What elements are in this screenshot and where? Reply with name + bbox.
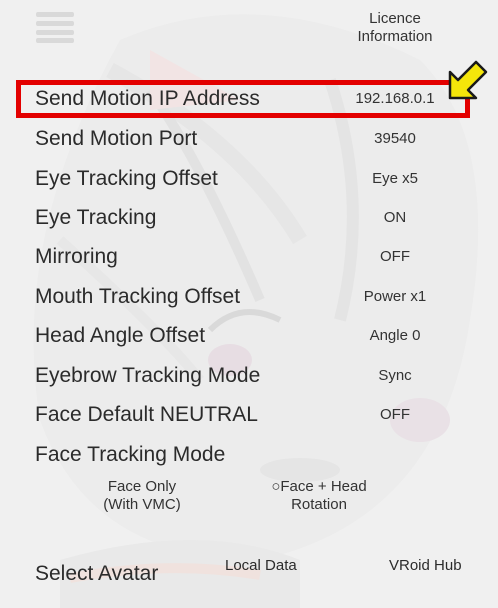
- setting-label: Send Motion Port: [35, 127, 198, 150]
- setting-label: Eye Tracking: [35, 206, 157, 229]
- setting-row-eyebrow[interactable]: Eyebrow Tracking Mode Sync: [0, 357, 498, 395]
- setting-row-face-tracking-mode: Face Tracking Mode: [0, 436, 498, 474]
- setting-value[interactable]: OFF: [320, 406, 470, 423]
- setting-label: Send Motion IP Address: [35, 87, 260, 110]
- setting-label: Head Angle Offset: [35, 324, 206, 347]
- setting-row-ip[interactable]: Send Motion IP Address 192.168.0.1: [0, 80, 498, 118]
- option-label-line2: (With VMC): [103, 496, 181, 513]
- setting-row-mouth-offset[interactable]: Mouth Tracking Offset Power x1: [0, 278, 498, 316]
- setting-value[interactable]: ON: [320, 209, 470, 226]
- setting-row-port[interactable]: Send Motion Port 39540: [0, 120, 498, 158]
- option-label-line1: Face Only: [107, 478, 177, 495]
- setting-row-head-angle[interactable]: Head Angle Offset Angle 0: [0, 317, 498, 355]
- setting-value[interactable]: Power x1: [320, 288, 470, 305]
- option-label-line1: ○Face + Head: [271, 478, 367, 495]
- licence-label-line1: Licence: [369, 10, 421, 27]
- option-label-line2: Rotation: [291, 496, 347, 513]
- local-data-button[interactable]: Local Data: [225, 557, 297, 574]
- setting-label: Mouth Tracking Offset: [35, 285, 241, 308]
- hamburger-menu-icon[interactable]: [36, 10, 74, 43]
- face-head-rotation-option[interactable]: ○Face + Head Rotation: [255, 478, 383, 514]
- licence-label-line2: Information: [357, 28, 433, 45]
- licence-information-button[interactable]: Licence Information: [340, 10, 450, 46]
- select-avatar-label: Select Avatar: [35, 562, 159, 585]
- setting-row-face-default[interactable]: Face Default NEUTRAL OFF: [0, 396, 498, 434]
- setting-label: Eye Tracking Offset: [35, 167, 218, 190]
- setting-label: Face Default NEUTRAL: [35, 403, 258, 426]
- setting-row-mirroring[interactable]: Mirroring OFF: [0, 238, 498, 276]
- setting-label: Eyebrow Tracking Mode: [35, 364, 261, 387]
- setting-row-eye-offset[interactable]: Eye Tracking Offset Eye x5: [0, 160, 498, 198]
- setting-row-eye-tracking[interactable]: Eye Tracking ON: [0, 199, 498, 237]
- setting-value[interactable]: Eye x5: [320, 170, 470, 187]
- face-tracking-label: Face Tracking Mode: [35, 443, 226, 466]
- setting-value[interactable]: OFF: [320, 248, 470, 265]
- setting-label: Mirroring: [35, 245, 118, 268]
- face-only-option[interactable]: Face Only (With VMC): [92, 478, 192, 514]
- vroid-hub-button[interactable]: VRoid Hub: [389, 557, 462, 574]
- setting-value[interactable]: 39540: [320, 130, 470, 147]
- pointer-arrow-icon: [448, 60, 488, 100]
- setting-value[interactable]: Sync: [320, 367, 470, 384]
- setting-value[interactable]: Angle 0: [320, 327, 470, 344]
